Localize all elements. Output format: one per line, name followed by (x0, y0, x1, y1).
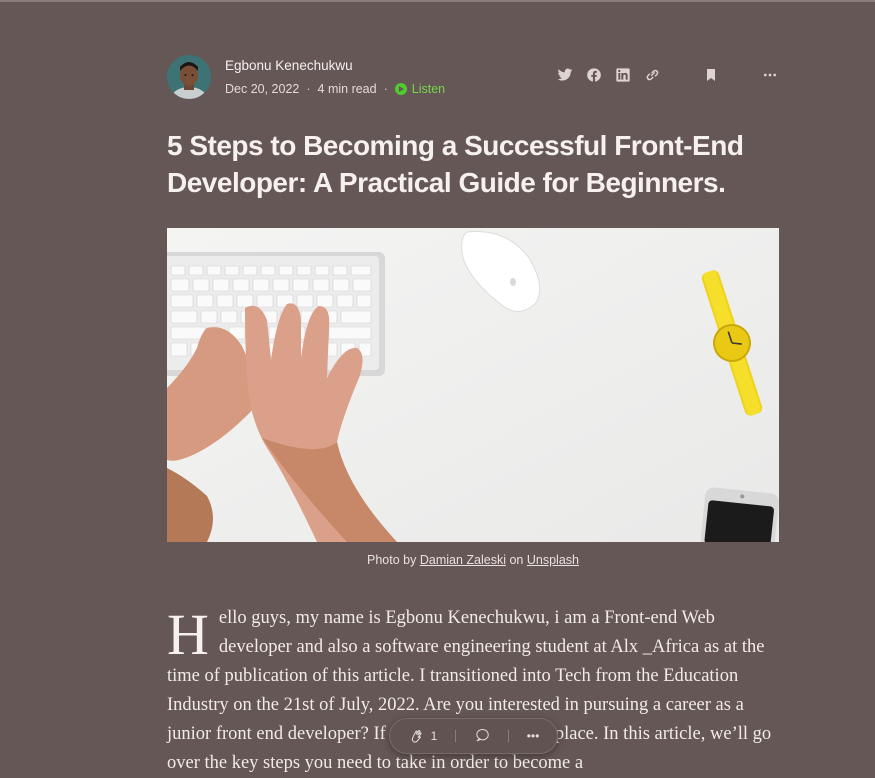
article-meta: Dec 20, 2022 · 4 min read · Listen (225, 82, 445, 96)
bookmark-icon[interactable] (702, 66, 720, 84)
more-actions-button[interactable]: ••• (527, 729, 540, 743)
meta-separator: · (306, 82, 311, 96)
avatar[interactable] (167, 55, 211, 99)
linkedin-icon[interactable] (614, 66, 632, 84)
read-time: 4 min read (317, 82, 377, 96)
facebook-icon[interactable] (585, 66, 603, 84)
author-name[interactable]: Egbonu Kenechukwu (225, 58, 353, 73)
divider (454, 730, 456, 742)
clap-count: 1 (430, 729, 438, 743)
article-title: 5 Steps to Becoming a Successful Front-E… (167, 130, 744, 198)
divider (508, 730, 510, 742)
link-icon[interactable] (643, 66, 661, 84)
photographer-link[interactable]: Damian Zaleski (420, 553, 506, 567)
hero-image[interactable] (167, 228, 779, 542)
share-actions (545, 65, 779, 85)
meta-separator: · (383, 82, 388, 96)
drop-cap: H (167, 602, 209, 667)
listen-button[interactable]: Listen (394, 82, 446, 96)
floating-action-bar: 1 ••• (389, 718, 558, 754)
author-row: Egbonu Kenechukwu Dec 20, 2022 · 4 min r… (167, 55, 779, 101)
more-icon[interactable] (761, 66, 779, 84)
top-border (0, 0, 875, 2)
image-caption: Photo by Damian Zaleski on Unsplash (167, 553, 779, 567)
comment-icon (475, 729, 489, 742)
listen-label: Listen (411, 82, 446, 96)
clap-icon (411, 729, 422, 743)
clap-button[interactable]: 1 (408, 728, 438, 745)
play-icon (394, 83, 407, 95)
caption-on: on (509, 553, 524, 567)
comment-button[interactable] (474, 726, 491, 746)
publish-date: Dec 20, 2022 (225, 82, 300, 96)
unsplash-link[interactable]: Unsplash (527, 553, 579, 567)
twitter-icon[interactable] (556, 66, 574, 84)
caption-prefix: Photo by (367, 553, 417, 567)
